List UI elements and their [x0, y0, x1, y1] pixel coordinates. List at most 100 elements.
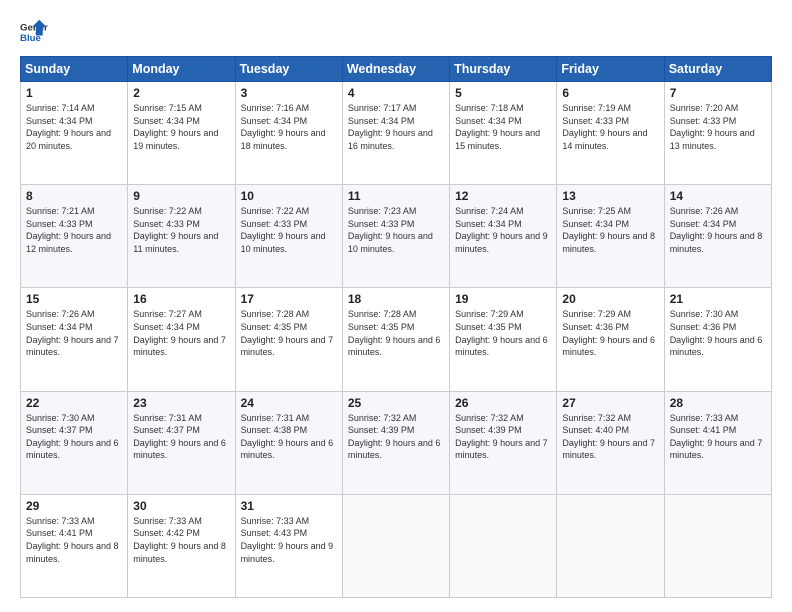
sunset-label: Sunset: 4:34 PM [348, 116, 415, 126]
calendar-cell: 4 Sunrise: 7:17 AM Sunset: 4:34 PM Dayli… [342, 82, 449, 185]
calendar-cell [664, 494, 771, 597]
day-info: Sunrise: 7:25 AM Sunset: 4:34 PM Dayligh… [562, 205, 658, 255]
day-number: 9 [133, 189, 229, 203]
sunset-label: Sunset: 4:37 PM [26, 425, 93, 435]
sunset-label: Sunset: 4:40 PM [562, 425, 629, 435]
calendar-page: General Blue SundayMondayTuesdayWednesda… [0, 0, 792, 612]
day-info: Sunrise: 7:30 AM Sunset: 4:36 PM Dayligh… [670, 308, 766, 358]
calendar-cell: 23 Sunrise: 7:31 AM Sunset: 4:37 PM Dayl… [128, 391, 235, 494]
day-info: Sunrise: 7:31 AM Sunset: 4:38 PM Dayligh… [241, 412, 337, 462]
daylight-label: Daylight: 9 hours and 16 minutes. [348, 128, 433, 151]
daylight-label: Daylight: 9 hours and 7 minutes. [562, 438, 655, 461]
sunrise-label: Sunrise: 7:17 AM [348, 103, 417, 113]
sunset-label: Sunset: 4:33 PM [133, 219, 200, 229]
daylight-label: Daylight: 9 hours and 6 minutes. [562, 335, 655, 358]
calendar-table: SundayMondayTuesdayWednesdayThursdayFrid… [20, 56, 772, 598]
daylight-label: Daylight: 9 hours and 11 minutes. [133, 231, 218, 254]
day-number: 5 [455, 86, 551, 100]
calendar-week-4: 22 Sunrise: 7:30 AM Sunset: 4:37 PM Dayl… [21, 391, 772, 494]
calendar-cell: 14 Sunrise: 7:26 AM Sunset: 4:34 PM Dayl… [664, 185, 771, 288]
daylight-label: Daylight: 9 hours and 10 minutes. [348, 231, 433, 254]
sunrise-label: Sunrise: 7:31 AM [241, 413, 310, 423]
day-number: 1 [26, 86, 122, 100]
sunrise-label: Sunrise: 7:16 AM [241, 103, 310, 113]
sunrise-label: Sunrise: 7:30 AM [26, 413, 95, 423]
sunrise-label: Sunrise: 7:21 AM [26, 206, 95, 216]
calendar-cell: 22 Sunrise: 7:30 AM Sunset: 4:37 PM Dayl… [21, 391, 128, 494]
day-number: 12 [455, 189, 551, 203]
sunset-label: Sunset: 4:34 PM [26, 116, 93, 126]
calendar-cell: 1 Sunrise: 7:14 AM Sunset: 4:34 PM Dayli… [21, 82, 128, 185]
day-number: 13 [562, 189, 658, 203]
sunrise-label: Sunrise: 7:31 AM [133, 413, 202, 423]
day-info: Sunrise: 7:15 AM Sunset: 4:34 PM Dayligh… [133, 102, 229, 152]
day-info: Sunrise: 7:27 AM Sunset: 4:34 PM Dayligh… [133, 308, 229, 358]
calendar-cell: 11 Sunrise: 7:23 AM Sunset: 4:33 PM Dayl… [342, 185, 449, 288]
sunset-label: Sunset: 4:43 PM [241, 528, 308, 538]
sunset-label: Sunset: 4:35 PM [455, 322, 522, 332]
sunset-label: Sunset: 4:33 PM [562, 116, 629, 126]
daylight-label: Daylight: 9 hours and 6 minutes. [241, 438, 334, 461]
daylight-label: Daylight: 9 hours and 6 minutes. [670, 335, 763, 358]
calendar-cell: 5 Sunrise: 7:18 AM Sunset: 4:34 PM Dayli… [450, 82, 557, 185]
day-info: Sunrise: 7:24 AM Sunset: 4:34 PM Dayligh… [455, 205, 551, 255]
sunset-label: Sunset: 4:33 PM [670, 116, 737, 126]
sunset-label: Sunset: 4:33 PM [241, 219, 308, 229]
calendar-cell: 12 Sunrise: 7:24 AM Sunset: 4:34 PM Dayl… [450, 185, 557, 288]
sunset-label: Sunset: 4:35 PM [348, 322, 415, 332]
day-info: Sunrise: 7:31 AM Sunset: 4:37 PM Dayligh… [133, 412, 229, 462]
sunrise-label: Sunrise: 7:18 AM [455, 103, 524, 113]
calendar-cell: 9 Sunrise: 7:22 AM Sunset: 4:33 PM Dayli… [128, 185, 235, 288]
sunrise-label: Sunrise: 7:33 AM [26, 516, 95, 526]
day-number: 15 [26, 292, 122, 306]
sunset-label: Sunset: 4:34 PM [133, 322, 200, 332]
day-info: Sunrise: 7:19 AM Sunset: 4:33 PM Dayligh… [562, 102, 658, 152]
day-number: 28 [670, 396, 766, 410]
daylight-label: Daylight: 9 hours and 7 minutes. [670, 438, 763, 461]
day-number: 29 [26, 499, 122, 513]
day-info: Sunrise: 7:21 AM Sunset: 4:33 PM Dayligh… [26, 205, 122, 255]
calendar-cell: 2 Sunrise: 7:15 AM Sunset: 4:34 PM Dayli… [128, 82, 235, 185]
daylight-label: Daylight: 9 hours and 9 minutes. [455, 231, 548, 254]
calendar-cell: 20 Sunrise: 7:29 AM Sunset: 4:36 PM Dayl… [557, 288, 664, 391]
day-number: 25 [348, 396, 444, 410]
calendar-cell: 17 Sunrise: 7:28 AM Sunset: 4:35 PM Dayl… [235, 288, 342, 391]
calendar-week-5: 29 Sunrise: 7:33 AM Sunset: 4:41 PM Dayl… [21, 494, 772, 597]
day-info: Sunrise: 7:16 AM Sunset: 4:34 PM Dayligh… [241, 102, 337, 152]
sunrise-label: Sunrise: 7:24 AM [455, 206, 524, 216]
daylight-label: Daylight: 9 hours and 8 minutes. [562, 231, 655, 254]
calendar-cell: 28 Sunrise: 7:33 AM Sunset: 4:41 PM Dayl… [664, 391, 771, 494]
day-info: Sunrise: 7:29 AM Sunset: 4:35 PM Dayligh… [455, 308, 551, 358]
day-number: 7 [670, 86, 766, 100]
day-header-sunday: Sunday [21, 57, 128, 82]
sunset-label: Sunset: 4:41 PM [26, 528, 93, 538]
daylight-label: Daylight: 9 hours and 14 minutes. [562, 128, 647, 151]
day-info: Sunrise: 7:32 AM Sunset: 4:40 PM Dayligh… [562, 412, 658, 462]
day-number: 26 [455, 396, 551, 410]
sunset-label: Sunset: 4:34 PM [562, 219, 629, 229]
day-number: 10 [241, 189, 337, 203]
calendar-cell: 21 Sunrise: 7:30 AM Sunset: 4:36 PM Dayl… [664, 288, 771, 391]
day-header-tuesday: Tuesday [235, 57, 342, 82]
calendar-cell: 10 Sunrise: 7:22 AM Sunset: 4:33 PM Dayl… [235, 185, 342, 288]
calendar-cell: 25 Sunrise: 7:32 AM Sunset: 4:39 PM Dayl… [342, 391, 449, 494]
daylight-label: Daylight: 9 hours and 6 minutes. [348, 335, 441, 358]
sunset-label: Sunset: 4:34 PM [133, 116, 200, 126]
calendar-cell: 7 Sunrise: 7:20 AM Sunset: 4:33 PM Dayli… [664, 82, 771, 185]
sunrise-label: Sunrise: 7:30 AM [670, 309, 739, 319]
calendar-cell: 3 Sunrise: 7:16 AM Sunset: 4:34 PM Dayli… [235, 82, 342, 185]
sunrise-label: Sunrise: 7:25 AM [562, 206, 631, 216]
sunset-label: Sunset: 4:34 PM [455, 219, 522, 229]
day-info: Sunrise: 7:18 AM Sunset: 4:34 PM Dayligh… [455, 102, 551, 152]
day-number: 18 [348, 292, 444, 306]
daylight-label: Daylight: 9 hours and 6 minutes. [455, 335, 548, 358]
sunset-label: Sunset: 4:41 PM [670, 425, 737, 435]
day-number: 14 [670, 189, 766, 203]
sunrise-label: Sunrise: 7:32 AM [455, 413, 524, 423]
daylight-label: Daylight: 9 hours and 6 minutes. [348, 438, 441, 461]
day-header-friday: Friday [557, 57, 664, 82]
sunrise-label: Sunrise: 7:32 AM [348, 413, 417, 423]
day-number: 3 [241, 86, 337, 100]
calendar-cell: 27 Sunrise: 7:32 AM Sunset: 4:40 PM Dayl… [557, 391, 664, 494]
sunset-label: Sunset: 4:34 PM [455, 116, 522, 126]
